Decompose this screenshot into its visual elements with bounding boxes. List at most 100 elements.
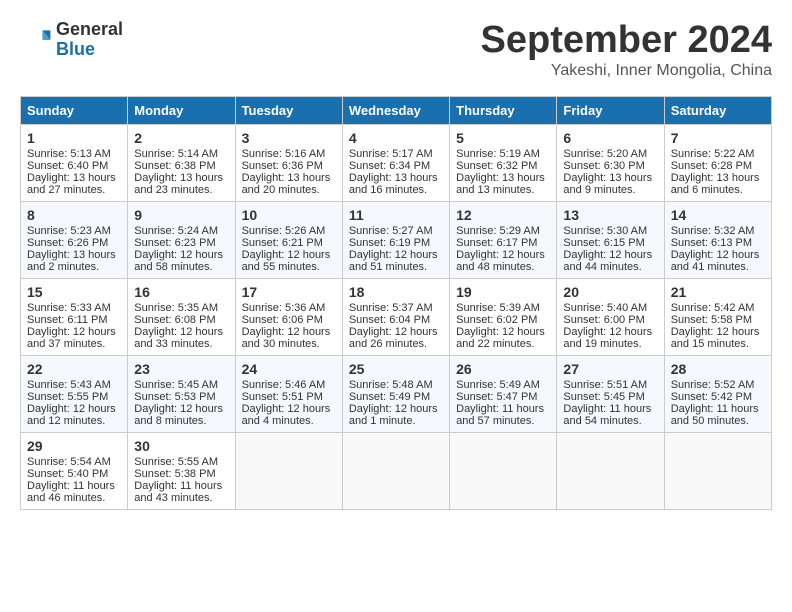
sunset-text: Sunset: 6:30 PM xyxy=(563,160,644,172)
logo-blue: Blue xyxy=(56,40,123,60)
sunrise-text: Sunrise: 5:48 AM xyxy=(349,379,433,391)
logo: General Blue xyxy=(20,20,123,60)
day-number: 16 xyxy=(134,284,228,300)
sunrise-text: Sunrise: 5:29 AM xyxy=(456,225,540,237)
day-number: 26 xyxy=(456,361,550,377)
sunrise-text: Sunrise: 5:37 AM xyxy=(349,302,433,314)
sunset-text: Sunset: 6:28 PM xyxy=(671,160,752,172)
daylight-text: Daylight: 11 hours and 57 minutes. xyxy=(456,403,544,427)
day-number: 12 xyxy=(456,207,550,223)
daylight-text: Daylight: 12 hours and 15 minutes. xyxy=(671,326,760,350)
col-tuesday: Tuesday xyxy=(235,96,342,124)
col-saturday: Saturday xyxy=(664,96,771,124)
calendar-week-5: 29 Sunrise: 5:54 AM Sunset: 5:40 PM Dayl… xyxy=(21,432,772,509)
calendar-week-2: 8 Sunrise: 5:23 AM Sunset: 6:26 PM Dayli… xyxy=(21,201,772,278)
day-number: 13 xyxy=(563,207,657,223)
day-number: 1 xyxy=(27,130,121,146)
sunrise-text: Sunrise: 5:52 AM xyxy=(671,379,755,391)
day-number: 6 xyxy=(563,130,657,146)
day-number: 14 xyxy=(671,207,765,223)
day-number: 8 xyxy=(27,207,121,223)
calendar-cell xyxy=(664,432,771,509)
sunset-text: Sunset: 6:40 PM xyxy=(27,160,108,172)
calendar-cell: 13 Sunrise: 5:30 AM Sunset: 6:15 PM Dayl… xyxy=(557,201,664,278)
sunset-text: Sunset: 6:32 PM xyxy=(456,160,537,172)
day-number: 3 xyxy=(242,130,336,146)
daylight-text: Daylight: 13 hours and 16 minutes. xyxy=(349,172,438,196)
daylight-text: Daylight: 12 hours and 12 minutes. xyxy=(27,403,116,427)
sunrise-text: Sunrise: 5:20 AM xyxy=(563,148,647,160)
day-number: 11 xyxy=(349,207,443,223)
calendar-cell: 22 Sunrise: 5:43 AM Sunset: 5:55 PM Dayl… xyxy=(21,355,128,432)
calendar-cell: 30 Sunrise: 5:55 AM Sunset: 5:38 PM Dayl… xyxy=(128,432,235,509)
daylight-text: Daylight: 12 hours and 58 minutes. xyxy=(134,249,223,273)
calendar-cell: 9 Sunrise: 5:24 AM Sunset: 6:23 PM Dayli… xyxy=(128,201,235,278)
calendar-cell: 16 Sunrise: 5:35 AM Sunset: 6:08 PM Dayl… xyxy=(128,278,235,355)
daylight-text: Daylight: 11 hours and 50 minutes. xyxy=(671,403,759,427)
calendar-cell: 27 Sunrise: 5:51 AM Sunset: 5:45 PM Dayl… xyxy=(557,355,664,432)
sunrise-text: Sunrise: 5:46 AM xyxy=(242,379,326,391)
calendar-cell: 12 Sunrise: 5:29 AM Sunset: 6:17 PM Dayl… xyxy=(450,201,557,278)
calendar-cell: 24 Sunrise: 5:46 AM Sunset: 5:51 PM Dayl… xyxy=(235,355,342,432)
sunset-text: Sunset: 6:02 PM xyxy=(456,314,537,326)
sunrise-text: Sunrise: 5:13 AM xyxy=(27,148,111,160)
sunrise-text: Sunrise: 5:17 AM xyxy=(349,148,433,160)
daylight-text: Daylight: 12 hours and 48 minutes. xyxy=(456,249,545,273)
sunset-text: Sunset: 6:21 PM xyxy=(242,237,323,249)
sunrise-text: Sunrise: 5:49 AM xyxy=(456,379,540,391)
sunset-text: Sunset: 6:36 PM xyxy=(242,160,323,172)
calendar-cell: 21 Sunrise: 5:42 AM Sunset: 5:58 PM Dayl… xyxy=(664,278,771,355)
daylight-text: Daylight: 11 hours and 46 minutes. xyxy=(27,480,115,504)
day-number: 9 xyxy=(134,207,228,223)
day-number: 18 xyxy=(349,284,443,300)
sunrise-text: Sunrise: 5:39 AM xyxy=(456,302,540,314)
daylight-text: Daylight: 13 hours and 6 minutes. xyxy=(671,172,760,196)
location: Yakeshi, Inner Mongolia, China xyxy=(481,62,773,80)
sunset-text: Sunset: 6:19 PM xyxy=(349,237,430,249)
sunrise-text: Sunrise: 5:32 AM xyxy=(671,225,755,237)
sunset-text: Sunset: 5:58 PM xyxy=(671,314,752,326)
daylight-text: Daylight: 13 hours and 27 minutes. xyxy=(27,172,116,196)
sunset-text: Sunset: 5:53 PM xyxy=(134,391,215,403)
month-title: September 2024 xyxy=(481,20,773,62)
daylight-text: Daylight: 12 hours and 41 minutes. xyxy=(671,249,760,273)
day-number: 19 xyxy=(456,284,550,300)
calendar-cell: 28 Sunrise: 5:52 AM Sunset: 5:42 PM Dayl… xyxy=(664,355,771,432)
calendar-cell xyxy=(450,432,557,509)
daylight-text: Daylight: 12 hours and 4 minutes. xyxy=(242,403,331,427)
daylight-text: Daylight: 13 hours and 20 minutes. xyxy=(242,172,331,196)
day-number: 29 xyxy=(27,438,121,454)
sunset-text: Sunset: 5:40 PM xyxy=(27,468,108,480)
sunrise-text: Sunrise: 5:22 AM xyxy=(671,148,755,160)
title-area: September 2024 Yakeshi, Inner Mongolia, … xyxy=(481,20,773,80)
calendar-cell xyxy=(557,432,664,509)
sunrise-text: Sunrise: 5:51 AM xyxy=(563,379,647,391)
sunset-text: Sunset: 6:17 PM xyxy=(456,237,537,249)
daylight-text: Daylight: 13 hours and 23 minutes. xyxy=(134,172,223,196)
sunrise-text: Sunrise: 5:40 AM xyxy=(563,302,647,314)
sunset-text: Sunset: 6:06 PM xyxy=(242,314,323,326)
sunrise-text: Sunrise: 5:14 AM xyxy=(134,148,218,160)
col-thursday: Thursday xyxy=(450,96,557,124)
day-number: 17 xyxy=(242,284,336,300)
sunrise-text: Sunrise: 5:36 AM xyxy=(242,302,326,314)
daylight-text: Daylight: 12 hours and 37 minutes. xyxy=(27,326,116,350)
col-sunday: Sunday xyxy=(21,96,128,124)
sunrise-text: Sunrise: 5:55 AM xyxy=(134,456,218,468)
calendar-week-1: 1 Sunrise: 5:13 AM Sunset: 6:40 PM Dayli… xyxy=(21,124,772,201)
daylight-text: Daylight: 12 hours and 44 minutes. xyxy=(563,249,652,273)
sunset-text: Sunset: 6:15 PM xyxy=(563,237,644,249)
sunrise-text: Sunrise: 5:27 AM xyxy=(349,225,433,237)
daylight-text: Daylight: 12 hours and 19 minutes. xyxy=(563,326,652,350)
day-number: 30 xyxy=(134,438,228,454)
daylight-text: Daylight: 13 hours and 9 minutes. xyxy=(563,172,652,196)
daylight-text: Daylight: 13 hours and 2 minutes. xyxy=(27,249,116,273)
calendar-header-row: Sunday Monday Tuesday Wednesday Thursday… xyxy=(21,96,772,124)
col-friday: Friday xyxy=(557,96,664,124)
sunrise-text: Sunrise: 5:42 AM xyxy=(671,302,755,314)
calendar-cell: 14 Sunrise: 5:32 AM Sunset: 6:13 PM Dayl… xyxy=(664,201,771,278)
calendar-cell: 6 Sunrise: 5:20 AM Sunset: 6:30 PM Dayli… xyxy=(557,124,664,201)
sunset-text: Sunset: 6:23 PM xyxy=(134,237,215,249)
day-number: 15 xyxy=(27,284,121,300)
calendar-cell: 19 Sunrise: 5:39 AM Sunset: 6:02 PM Dayl… xyxy=(450,278,557,355)
